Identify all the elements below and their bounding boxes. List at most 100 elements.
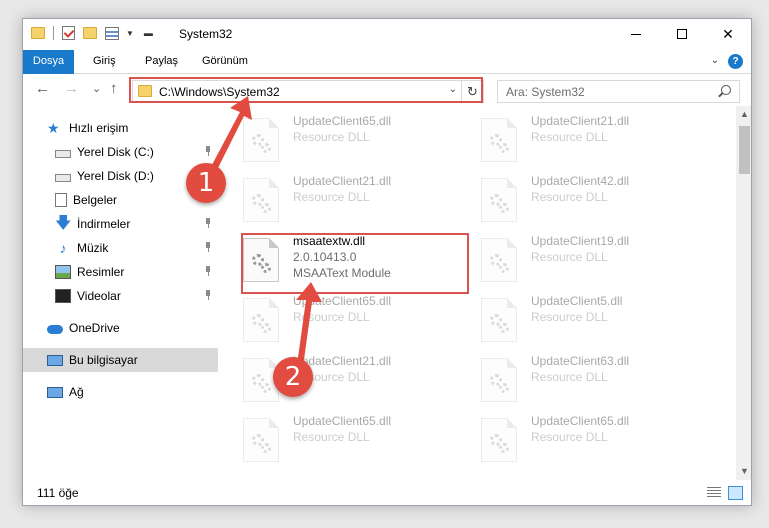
pin-icon [204, 146, 212, 156]
file-item[interactable]: UpdateClient42.dll Resource DLL [481, 170, 711, 226]
address-highlight-box [129, 77, 483, 103]
close-button[interactable]: ✕ [705, 19, 751, 49]
sidebar-item-pictures[interactable]: Resimler [23, 260, 218, 284]
file-name: UpdateClient5.dll [531, 294, 623, 308]
menu-dropdown-icon[interactable]: ▬ [144, 28, 153, 38]
scroll-down-icon[interactable]: ▼ [736, 463, 751, 480]
tab-share[interactable]: Paylaş [145, 50, 178, 73]
file-highlight-box [241, 233, 469, 294]
dll-file-icon [481, 298, 517, 342]
file-item[interactable]: UpdateClient21.dll Resource DLL [243, 170, 473, 226]
file-description: Resource DLL [531, 430, 608, 444]
step-2-badge: 2 [273, 357, 313, 397]
folder-icon [31, 27, 45, 39]
file-description: Resource DLL [293, 130, 370, 144]
back-button[interactable]: ← [35, 80, 50, 97]
tiles-view-icon[interactable] [728, 486, 743, 500]
title-bar: ▼ ▬ System32 ✕ [23, 19, 751, 50]
music-icon: ♪ [59, 240, 67, 256]
window-controls: ✕ [613, 19, 751, 49]
navigation-pane: ★ Hızlı erişim Yerel Disk (C:) Yerel Dis… [23, 106, 218, 480]
vertical-scrollbar[interactable]: ▲ ▼ [736, 106, 751, 480]
pin-icon [204, 242, 212, 252]
scroll-thumb[interactable] [739, 126, 750, 174]
customize-dropdown-icon[interactable]: ▼ [126, 29, 134, 38]
recent-locations-button[interactable]: ⌄ [92, 82, 101, 95]
properties-list-icon[interactable] [105, 26, 119, 40]
file-description: Resource DLL [293, 190, 370, 204]
file-name: UpdateClient65.dll [531, 414, 630, 428]
file-item[interactable]: UpdateClient5.dll Resource DLL [481, 290, 711, 346]
file-item[interactable]: UpdateClient65.dll Resource DLL [481, 410, 711, 466]
up-button[interactable]: ↑ [110, 80, 118, 97]
details-view-icon[interactable] [707, 487, 721, 499]
maximize-icon [677, 29, 687, 39]
file-item[interactable]: UpdateClient19.dll Resource DLL [481, 230, 711, 286]
sidebar-item-quick-access[interactable]: ★ Hızlı erişim [23, 116, 218, 140]
file-name: UpdateClient65.dll [293, 414, 392, 428]
file-name: UpdateClient21.dll [531, 114, 630, 128]
minimize-button[interactable] [613, 19, 659, 49]
forward-button[interactable]: → [64, 80, 79, 97]
sidebar-item-label: Resimler [77, 265, 125, 279]
sidebar-item-label: Bu bilgisayar [69, 353, 138, 367]
window-title: System32 [179, 27, 233, 41]
file-item[interactable]: UpdateClient65.dll Resource DLL [243, 110, 473, 166]
file-description: Resource DLL [293, 430, 370, 444]
file-description: Resource DLL [531, 370, 608, 384]
toolbar-separator [53, 26, 54, 40]
sidebar-item-label: İndirmeler [77, 217, 131, 231]
network-icon [47, 386, 63, 398]
ribbon-tabs: Dosya Giriş Paylaş Görünüm ⌄ ? [23, 50, 751, 106]
file-name: UpdateClient19.dll [531, 234, 630, 248]
close-icon: ✕ [722, 25, 734, 42]
tab-view[interactable]: Görünüm [202, 50, 248, 73]
search-icon[interactable] [721, 85, 731, 95]
file-item[interactable]: UpdateClient65.dll Resource DLL [243, 290, 473, 346]
sidebar-item-local-disk-c[interactable]: Yerel Disk (C:) [23, 140, 218, 164]
file-name: UpdateClient65.dll [293, 294, 392, 308]
maximize-button[interactable] [659, 19, 705, 49]
onedrive-icon [47, 325, 63, 334]
file-description: Resource DLL [531, 310, 608, 324]
sidebar-item-this-pc[interactable]: Bu bilgisayar [23, 348, 218, 372]
file-item[interactable]: UpdateClient63.dll Resource DLL [481, 350, 711, 406]
sidebar-item-label: Yerel Disk (C:) [77, 145, 154, 159]
file-item[interactable]: UpdateClient21.dll Resource DLL [481, 110, 711, 166]
sidebar-item-network[interactable]: Ağ [23, 380, 218, 404]
pictures-icon [55, 265, 71, 279]
pin-icon [204, 290, 212, 300]
sidebar-item-videos[interactable]: Videolar [23, 284, 218, 308]
pin-icon [204, 266, 212, 276]
file-name: UpdateClient65.dll [293, 114, 392, 128]
file-name: UpdateClient21.dll [293, 174, 392, 188]
sidebar-item-label: Belgeler [73, 193, 118, 207]
sidebar-item-downloads[interactable]: 🡇 İndirmeler [23, 212, 218, 236]
tab-home[interactable]: Giriş [93, 50, 116, 73]
sidebar-item-label: Videolar [77, 289, 121, 303]
dll-file-icon [481, 118, 517, 162]
sidebar-item-label: Ağ [69, 385, 84, 399]
file-item[interactable]: UpdateClient65.dll Resource DLL [243, 410, 473, 466]
sidebar-item-music[interactable]: ♪ Müzik [23, 236, 218, 260]
properties-check-icon[interactable] [62, 26, 75, 40]
sidebar-item-label: Hızlı erişim [69, 121, 129, 135]
expand-ribbon-icon[interactable]: ⌄ [711, 55, 719, 66]
dll-file-icon [243, 118, 279, 162]
step-1-badge: 1 [186, 163, 226, 203]
this-pc-icon [47, 354, 63, 366]
new-folder-icon[interactable] [83, 27, 97, 39]
dll-file-icon [243, 418, 279, 462]
help-icon[interactable]: ? [728, 54, 743, 69]
search-box[interactable]: Ara: System32 [497, 80, 740, 103]
dll-file-icon [481, 178, 517, 222]
dll-file-icon [481, 238, 517, 282]
search-input[interactable]: Ara: System32 [506, 85, 585, 99]
disk-icon [55, 174, 71, 182]
minimize-icon [631, 33, 641, 35]
sidebar-item-onedrive[interactable]: OneDrive [23, 316, 218, 340]
scroll-up-icon[interactable]: ▲ [736, 106, 751, 123]
dll-file-icon [481, 358, 517, 402]
file-description: Resource DLL [531, 250, 608, 264]
file-name: UpdateClient42.dll [531, 174, 630, 188]
